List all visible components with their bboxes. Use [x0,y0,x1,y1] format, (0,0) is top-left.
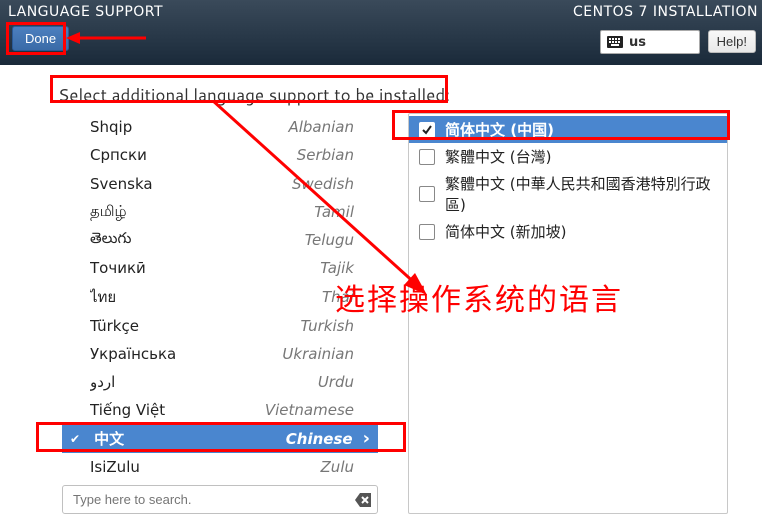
variant-list[interactable]: 简体中文 (中国) 繁體中文 (台灣) 繁體中文 (中華人民共和國香港特別行政區) 简… [408,113,728,514]
language-english-label: Tajik [320,259,354,277]
clear-search-icon[interactable] [354,491,372,509]
language-row[interactable]: Српски Serbian [62,141,378,169]
chevron-right-icon: › [363,428,370,449]
done-button[interactable]: Done [12,26,69,51]
language-english-label: Albanian [288,118,354,136]
language-native-label: Українська [90,345,176,363]
keyboard-icon [607,36,623,48]
language-native-label: Tiếng Việt [90,401,165,419]
language-native-label: తెలుగు [90,229,131,251]
header-bar: LANGUAGE SUPPORT CENTOS 7 INSTALLATION D… [0,0,762,65]
language-native-label: Shqip [90,118,132,136]
help-button[interactable]: Help! [708,30,756,53]
language-english-label: Tamil [314,203,354,221]
language-english-label: Telugu [305,231,354,249]
variant-row[interactable]: 简体中文 (中国) [409,116,727,143]
language-native-label: ไทย [90,285,116,309]
language-row[interactable]: IsiZulu Zulu [62,453,378,481]
language-row[interactable]: ✔ 中文 Chinese › [62,425,378,453]
language-native-label: Türkçe [90,317,139,335]
keyboard-layout-indicator[interactable]: us [600,30,700,54]
language-row[interactable]: Українська Ukrainian [62,340,378,368]
language-row[interactable]: தமிழ் Tamil [62,198,378,226]
checkbox-icon[interactable] [419,122,435,138]
installer-name: CENTOS 7 INSTALLATION [573,4,758,20]
language-english-label: Zulu [321,458,354,476]
language-english-label: Swedish [292,175,354,193]
language-native-label: Српски [90,146,147,164]
language-row[interactable]: తెలుగు Telugu [62,226,378,254]
variant-row[interactable]: 繁體中文 (中華人民共和國香港特別行政區) [409,170,727,218]
variant-label: 繁體中文 (中華人民共和國香港特別行政區) [445,173,717,215]
language-native-label: 中文 [94,428,124,449]
language-search-input[interactable] [62,485,378,514]
language-english-label: Urdu [318,373,354,391]
variant-label: 简体中文 (中国) [445,119,554,140]
checkbox-icon[interactable] [419,224,435,240]
language-native-label: தமிழ் [90,202,127,222]
variant-row[interactable]: 繁體中文 (台灣) [409,143,727,170]
checkbox-icon[interactable] [419,186,435,202]
keyboard-layout-label: us [629,35,646,50]
page-title: LANGUAGE SUPPORT [8,4,163,20]
variant-label: 简体中文 (新加坡) [445,221,566,242]
language-english-label: Turkish [300,317,354,335]
language-native-label: IsiZulu [90,458,140,476]
language-row[interactable]: Svenska Swedish [62,170,378,198]
language-english-label: Ukrainian [282,345,354,363]
language-row[interactable]: Shqip Albanian [62,113,378,141]
checkbox-icon[interactable] [419,149,435,165]
language-native-label: اردو [90,373,115,391]
variant-row[interactable]: 简体中文 (新加坡) [409,218,727,245]
language-english-label: Chinese [286,430,353,448]
language-english-label: Vietnamese [265,401,354,419]
language-english-label: Thai [322,288,354,306]
language-native-label: Точикӣ [90,259,146,277]
instruction-text: Select additional language support to be… [58,83,762,107]
language-native-label: Svenska [90,175,153,193]
language-row[interactable]: Точикӣ Tajik [62,254,378,282]
language-row[interactable]: اردو Urdu [62,368,378,396]
language-list[interactable]: Shqip Albanian Српски Serbian Svenska Swedish… [62,113,378,481]
variant-label: 繁體中文 (台灣) [445,146,551,167]
language-row[interactable]: Tiếng Việt Vietnamese [62,396,378,424]
check-icon: ✔ [70,432,80,446]
language-english-label: Serbian [297,146,354,164]
language-row[interactable]: ไทย Thai [62,283,378,312]
language-row[interactable]: Türkçe Turkish [62,312,378,340]
